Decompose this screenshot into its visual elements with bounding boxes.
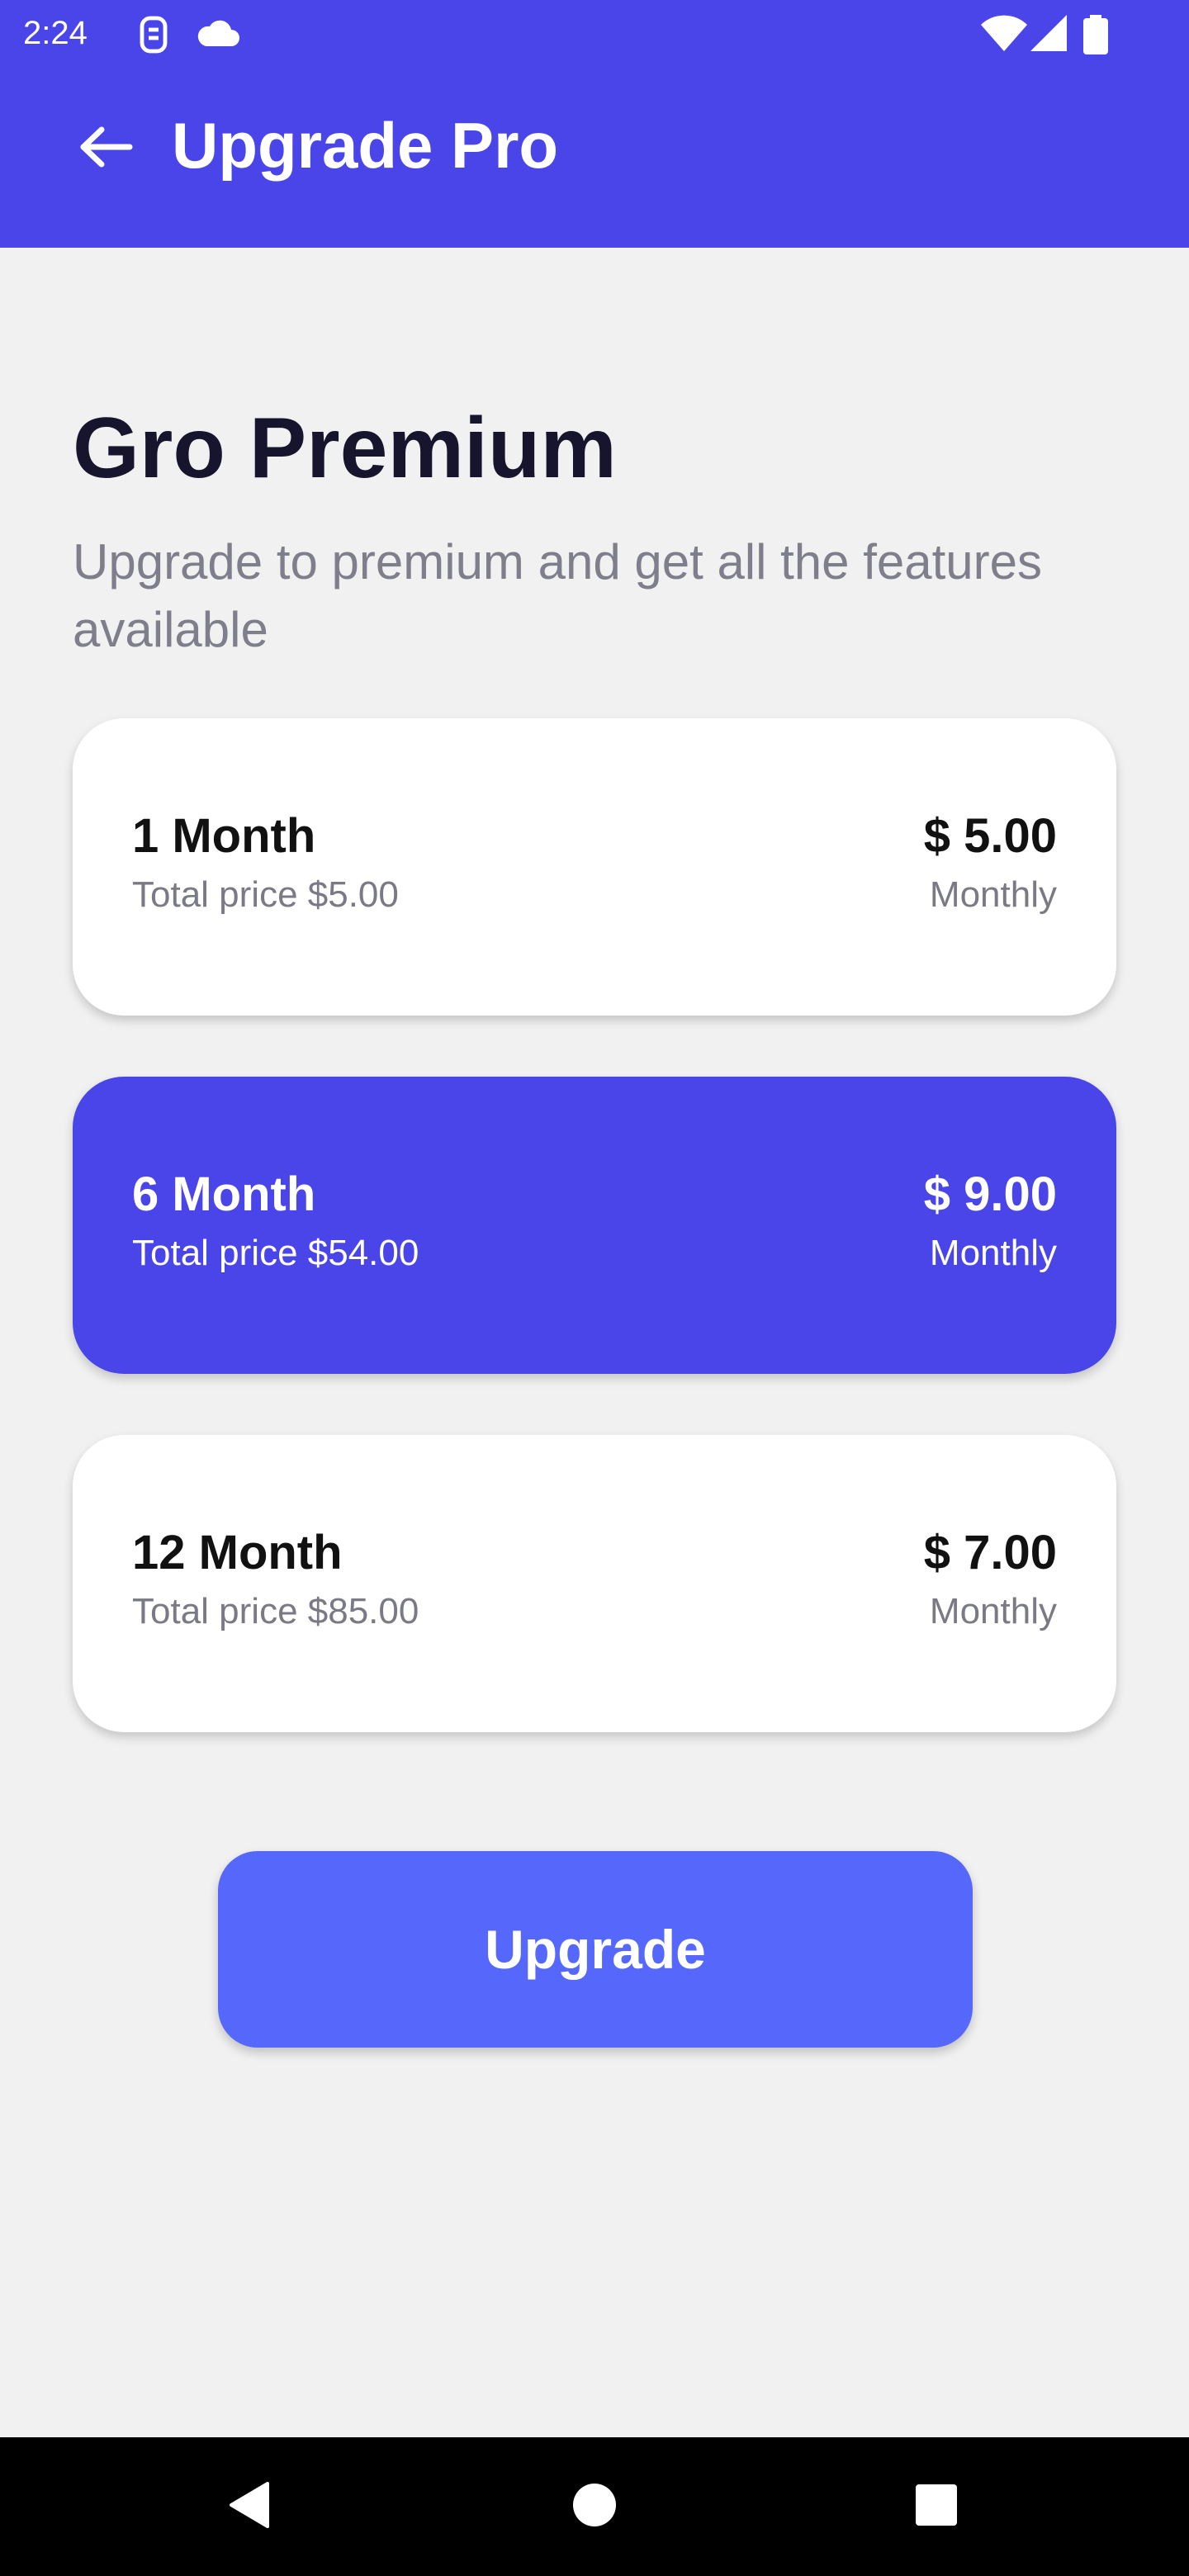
plan-period: Monthly bbox=[929, 1233, 1057, 1273]
system-nav-bar bbox=[0, 2437, 1189, 2576]
plan-price: $ 5.00 bbox=[923, 809, 1057, 863]
upgrade-button[interactable]: Upgrade bbox=[218, 1851, 973, 2048]
signal-icon bbox=[1030, 15, 1067, 59]
plan-period: Monthly bbox=[929, 1591, 1057, 1631]
plan-card-1-month[interactable]: 1 Month Total price $5.00 $ 5.00 Monthly bbox=[73, 718, 1116, 1016]
nav-recents-button[interactable] bbox=[895, 2465, 978, 2548]
app-bar-title: Upgrade Pro bbox=[172, 109, 559, 182]
plan-name: 6 Month bbox=[132, 1167, 316, 1221]
wifi-icon bbox=[981, 15, 1027, 59]
plan-total-price: Total price $54.00 bbox=[132, 1233, 419, 1273]
plan-total-price: Total price $85.00 bbox=[132, 1591, 419, 1631]
battery-icon bbox=[1083, 15, 1108, 59]
plan-period: Monthly bbox=[929, 874, 1057, 915]
app-bar: 2:24 Upgrade Pro bbox=[0, 0, 1189, 248]
recents-square-icon bbox=[914, 2483, 959, 2531]
page-title: Gro Premium bbox=[73, 400, 617, 496]
arrow-left-icon bbox=[78, 126, 133, 172]
plan-total-price: Total price $5.00 bbox=[132, 874, 399, 915]
plan-name: 1 Month bbox=[132, 809, 316, 863]
status-time: 2:24 bbox=[23, 15, 88, 51]
plan-price: $ 9.00 bbox=[923, 1167, 1057, 1221]
plan-card-12-month[interactable]: 12 Month Total price $85.00 $ 7.00 Month… bbox=[73, 1435, 1116, 1732]
plan-price: $ 7.00 bbox=[923, 1526, 1057, 1579]
back-button[interactable] bbox=[73, 116, 139, 182]
home-circle-icon bbox=[571, 2482, 618, 2532]
page-subtitle: Upgrade to premium and get all the featu… bbox=[73, 534, 1043, 657]
cloud-icon bbox=[195, 18, 241, 52]
plan-name: 12 Month bbox=[132, 1526, 343, 1579]
back-triangle-icon bbox=[226, 2480, 272, 2534]
plan-card-6-month[interactable]: 6 Month Total price $54.00 $ 9.00 Monthl… bbox=[73, 1077, 1116, 1374]
nav-back-button[interactable] bbox=[208, 2465, 291, 2548]
nav-home-button[interactable] bbox=[553, 2465, 636, 2548]
sim-icon bbox=[137, 15, 170, 59]
